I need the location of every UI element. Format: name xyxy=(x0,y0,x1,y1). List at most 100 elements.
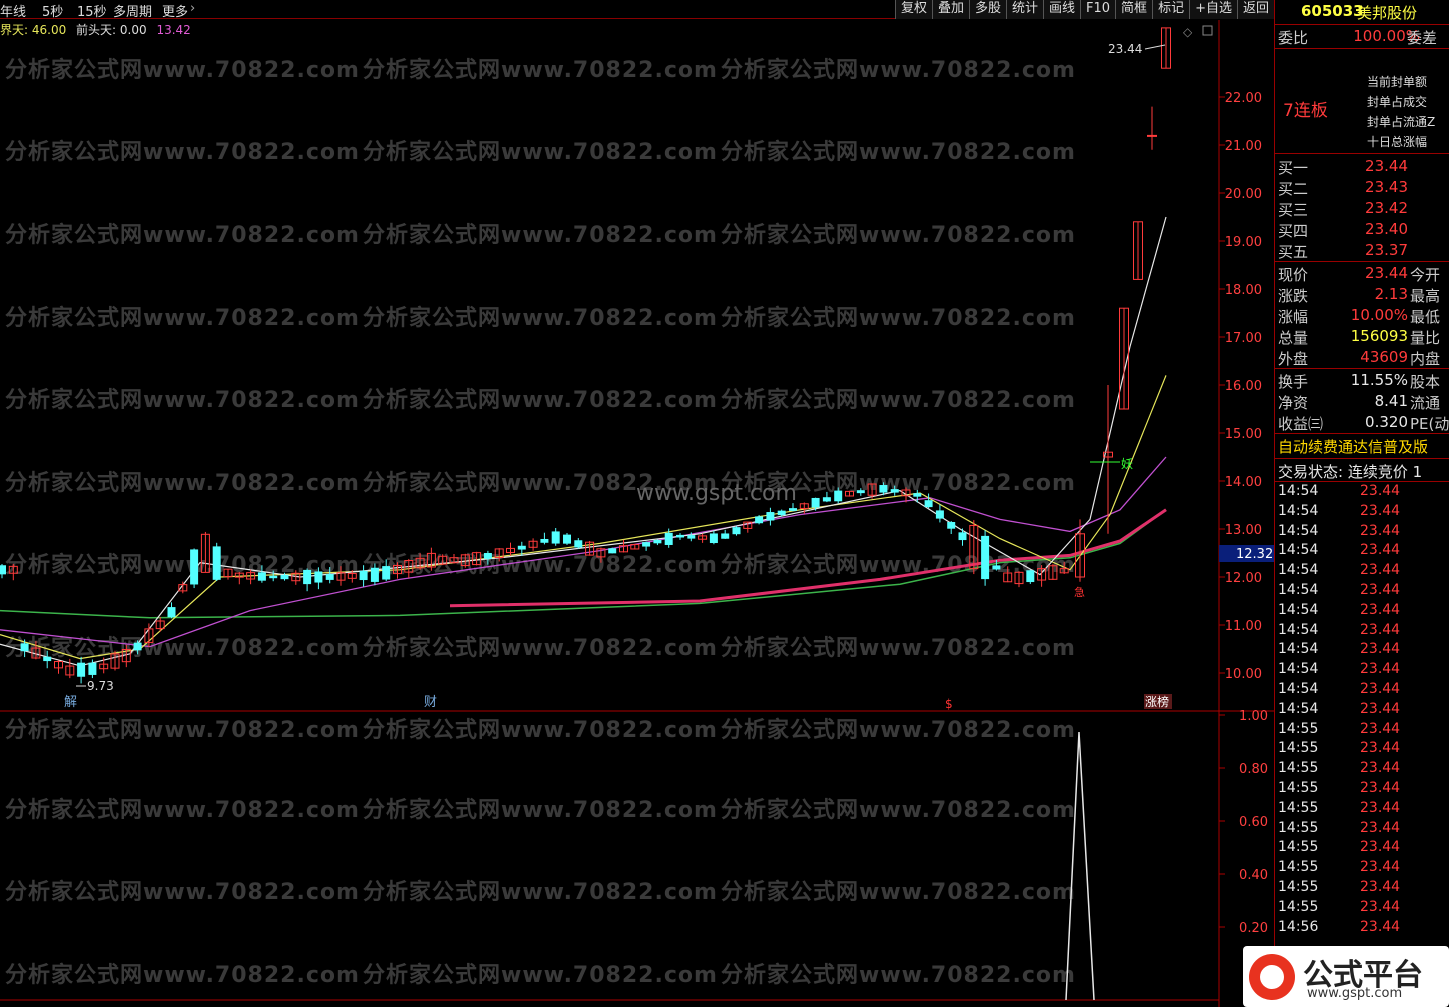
price-axis-label: 18.00 xyxy=(1225,283,1262,298)
multi-stock-button[interactable]: 多股 xyxy=(968,0,1006,19)
stock-name: 美邦股份 xyxy=(1357,4,1418,22)
row-tail-label: PE(动 xyxy=(1410,415,1449,433)
stats-row: 现价 23.44 今开 xyxy=(1275,264,1449,284)
candle-down xyxy=(190,549,199,585)
candle-down xyxy=(551,531,560,544)
tick-price: 23.44 xyxy=(1360,621,1401,638)
price-axis-label: 19.00 xyxy=(1225,235,1262,250)
toolbar-buttons: 复权 叠加 多股 统计 画线 F10 简框 标记 +自选 返回 xyxy=(894,0,1274,19)
candle-down xyxy=(540,538,549,543)
stats-row: 涨幅 10.00% 最低 xyxy=(1275,306,1449,326)
candle-down xyxy=(732,527,741,535)
tick-price: 23.44 xyxy=(1360,601,1401,618)
trade-status-row: 交易状态: 连续竞价 1 xyxy=(1275,461,1449,481)
candle-down xyxy=(269,575,278,579)
tick-time: 14:54 xyxy=(1278,483,1319,499)
window-icon xyxy=(1202,25,1213,36)
candle-down xyxy=(653,539,662,544)
bid-row: 买二 23.43 xyxy=(1275,178,1449,198)
row-tail-label: 内盘 xyxy=(1410,350,1441,368)
quote-panel: 605033 美邦股份 委比 100.00% 委差 7连板 当前封单额 封单占成交… xyxy=(1274,0,1449,1007)
jump-marker: 妖 xyxy=(1121,457,1133,471)
candle-down xyxy=(935,510,944,519)
tick-time: 14:55 xyxy=(1278,740,1319,757)
candle-down xyxy=(303,569,312,585)
row-value: 43609 xyxy=(1360,348,1408,366)
chevron-right-icon[interactable]: › xyxy=(190,1,195,16)
restore-rights-button[interactable]: 复权 xyxy=(894,0,932,19)
candle-down xyxy=(687,535,696,539)
tick-time: 14:55 xyxy=(1278,898,1319,915)
tick-row: 14:54 23.44 xyxy=(1275,701,1449,721)
candle-down xyxy=(370,567,379,582)
weicha-label: 委差 xyxy=(1407,29,1438,47)
candle-down xyxy=(766,512,775,521)
tick-time: 14:55 xyxy=(1278,780,1319,796)
bid-row: 买三 23.42 xyxy=(1275,199,1449,219)
price-axis-label: 16.00 xyxy=(1225,379,1262,394)
tick-time: 14:55 xyxy=(1278,859,1319,876)
draw-line-button[interactable]: 画线 xyxy=(1043,0,1081,19)
row-value: 8.41 xyxy=(1374,392,1408,410)
ad-banner[interactable]: 自动续费通达信普及版 xyxy=(1275,436,1449,456)
ma-line-pink xyxy=(449,508,1167,608)
volume-axis-label: 0.80 xyxy=(1239,762,1268,777)
price-axis-label: 12.00 xyxy=(1225,571,1262,586)
tab-more[interactable]: 更多 xyxy=(162,1,188,20)
top-toolbar: 年线 5秒 15秒 多周期 更多 › 复权 叠加 多股 统计 画线 F10 简框… xyxy=(0,0,1274,20)
row-value: 10.00% xyxy=(1350,306,1408,324)
candle-down xyxy=(167,607,176,618)
tick-time: 14:56 xyxy=(1278,918,1319,935)
back-button[interactable]: 返回 xyxy=(1236,0,1274,19)
stock-header[interactable]: 605033 美邦股份 xyxy=(1275,2,1449,24)
row-value: 23.44 xyxy=(1365,157,1408,175)
tab-multi-period[interactable]: 多周期 xyxy=(113,1,152,20)
candle-down xyxy=(913,493,922,497)
tick-time: 14:54 xyxy=(1278,700,1319,717)
price-axis-label: 10.00 xyxy=(1225,667,1262,682)
candle-down xyxy=(856,490,865,494)
price-axis-label: 20.00 xyxy=(1225,187,1262,202)
ma-line-white xyxy=(0,216,1167,667)
tick-time: 14:54 xyxy=(1278,601,1319,618)
candle-down xyxy=(608,548,617,554)
tick-row: 14:55 23.44 xyxy=(1275,740,1449,760)
candle-down xyxy=(992,565,1001,570)
candle-down xyxy=(642,542,651,547)
tick-time: 14:55 xyxy=(1278,879,1319,895)
stats-row: 涨跌 2.13 最高 xyxy=(1275,285,1449,305)
price-axis-label: 11.00 xyxy=(1225,619,1262,634)
tick-time: 14:54 xyxy=(1278,641,1319,658)
candle-down xyxy=(811,497,820,508)
tab-year[interactable]: 年线 xyxy=(0,1,26,20)
low-price-label: 9.73 xyxy=(87,679,114,693)
tab-5s[interactable]: 5秒 xyxy=(42,1,63,20)
tick-price: 23.44 xyxy=(1360,819,1401,836)
candle-down xyxy=(212,546,221,580)
row-value: 2.13 xyxy=(1374,285,1408,303)
row-label: 买三 xyxy=(1278,201,1309,219)
row-value: 23.37 xyxy=(1365,241,1408,259)
overlay-button[interactable]: 叠加 xyxy=(931,0,969,19)
add-watchlist-button[interactable]: +自选 xyxy=(1189,0,1237,19)
mark-button[interactable]: 标记 xyxy=(1152,0,1190,19)
limit-info: 当前封单额 封单占成交 封单占流通Z 十日总涨幅 xyxy=(1367,72,1435,152)
limit-info-line: 封单占流通Z xyxy=(1367,115,1436,129)
simple-frame-button[interactable]: 简框 xyxy=(1115,0,1153,19)
tab-15s[interactable]: 15秒 xyxy=(77,1,107,20)
tick-row: 14:55 23.44 xyxy=(1275,780,1449,800)
f10-button[interactable]: F10 xyxy=(1080,0,1116,19)
trade-status: 交易状态: 连续竞价 1 xyxy=(1278,463,1423,481)
stats-button[interactable]: 统计 xyxy=(1005,0,1043,19)
kline-chart[interactable]: 23.44 9.73 解 财 $ 涨榜 妖急 ◇ 22.00 21.00 20.00 19.00 18… xyxy=(0,20,1274,1007)
row-value: 0.320 xyxy=(1365,413,1408,431)
stats-row: 总量 156093 量比 xyxy=(1275,327,1449,347)
bid-row: 买五 23.37 xyxy=(1275,241,1449,261)
tick-row: 14:55 23.44 xyxy=(1275,859,1449,879)
tick-price: 23.44 xyxy=(1360,720,1401,737)
limit-mark: 急 xyxy=(1074,585,1085,599)
row-label: 涨幅 xyxy=(1278,308,1309,326)
tick-row: 14:54 23.44 xyxy=(1275,562,1449,582)
tick-price: 23.44 xyxy=(1360,839,1401,856)
tick-row: 14:55 23.44 xyxy=(1275,820,1449,840)
